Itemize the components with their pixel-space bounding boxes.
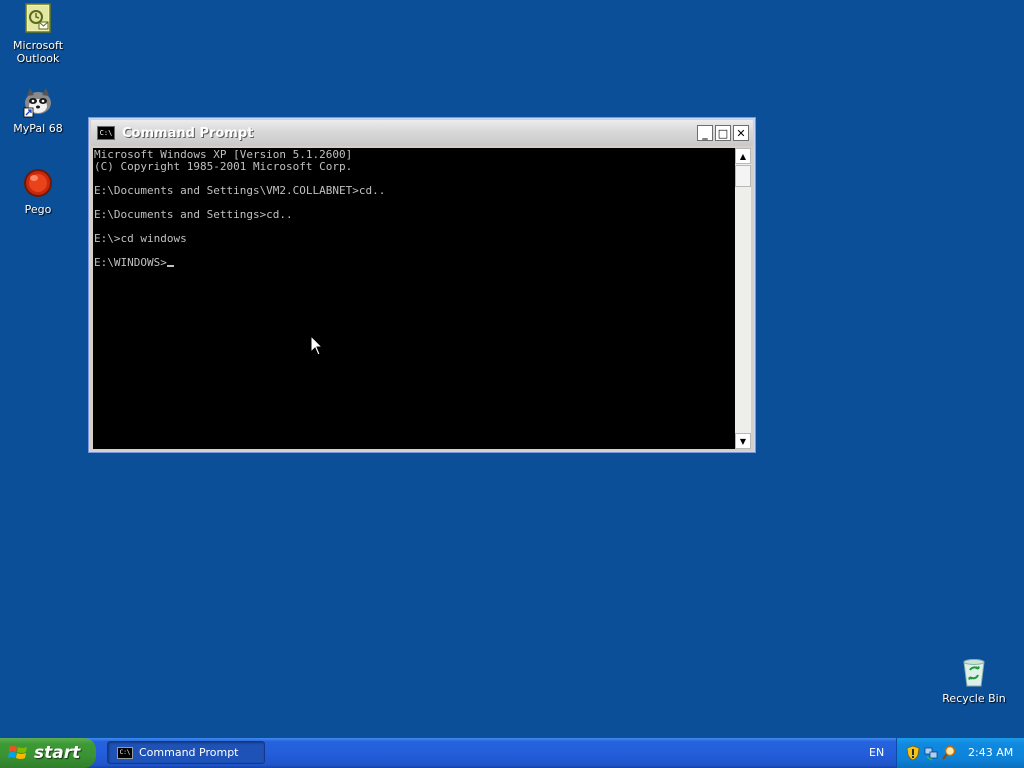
scroll-thumb[interactable] bbox=[735, 165, 751, 187]
minimize-button[interactable]: _ bbox=[697, 125, 713, 141]
start-label: start bbox=[34, 743, 81, 763]
scroll-down-button[interactable]: ▼ bbox=[735, 433, 751, 449]
recycle-bin-icon bbox=[958, 656, 990, 688]
shield-icon[interactable] bbox=[906, 745, 920, 761]
scroll-up-button[interactable]: ▲ bbox=[735, 148, 751, 164]
vertical-scrollbar[interactable]: ▲ ▼ bbox=[735, 148, 751, 449]
desktop-icon-label: Pego bbox=[24, 203, 52, 216]
console-line: E:\Documents and Settings>cd.. bbox=[94, 208, 293, 221]
desktop-icon-microsoft-outlook[interactable]: Microsoft Outlook bbox=[0, 3, 76, 65]
system-tray: 2:43 AM bbox=[896, 738, 1024, 768]
console-line: (C) Copyright 1985-2001 Microsoft Corp. bbox=[94, 160, 353, 173]
taskbar-item-command-prompt[interactable]: C:\ Command Prompt bbox=[107, 741, 265, 764]
console-line: E:\>cd windows bbox=[94, 232, 187, 245]
text-cursor bbox=[166, 265, 174, 267]
command-prompt-icon: C:\ bbox=[97, 126, 115, 140]
desktop-icon-pego[interactable]: Pego bbox=[0, 167, 76, 216]
console-output[interactable]: Microsoft Windows XP [Version 5.1.2600] … bbox=[93, 148, 735, 449]
console-prompt-line[interactable]: E:\WINDOWS> bbox=[94, 257, 735, 269]
console-line: E:\Documents and Settings\VM2.COLLABNET>… bbox=[94, 184, 386, 197]
window-titlebar[interactable]: C:\ Command Prompt _ □ ✕ bbox=[91, 120, 753, 146]
clock[interactable]: 2:43 AM bbox=[968, 746, 1013, 759]
command-prompt-window[interactable]: C:\ Command Prompt _ □ ✕ Microsoft Windo… bbox=[88, 117, 756, 453]
desktop-icon-label-line2: Outlook bbox=[16, 52, 60, 65]
console-prompt: E:\WINDOWS> bbox=[94, 256, 167, 269]
language-indicator[interactable]: EN bbox=[869, 746, 884, 759]
desktop-icon-label-line1: Microsoft bbox=[12, 39, 64, 52]
outlook-icon bbox=[22, 3, 54, 35]
mouse-pointer-icon bbox=[310, 334, 324, 357]
maximize-button[interactable]: □ bbox=[715, 125, 731, 141]
windows-logo-icon bbox=[8, 744, 28, 762]
desktop-icon-label: MyPal 68 bbox=[13, 122, 63, 135]
magnifier-icon[interactable] bbox=[942, 745, 956, 761]
start-button[interactable]: start bbox=[0, 738, 96, 768]
close-button[interactable]: ✕ bbox=[733, 125, 749, 141]
command-prompt-icon: C:\ bbox=[117, 746, 133, 759]
desktop-icon-mypal[interactable]: MyPal 68 bbox=[0, 86, 76, 135]
pego-icon bbox=[22, 167, 54, 199]
desktop-icon-recycle-bin[interactable]: Recycle Bin bbox=[936, 656, 1012, 705]
window-title: Command Prompt bbox=[122, 125, 254, 141]
taskbar-item-label: Command Prompt bbox=[139, 746, 239, 759]
taskbar: start C:\ Command Prompt EN 2:43 AM bbox=[0, 738, 1024, 768]
mypal-icon bbox=[22, 86, 54, 118]
network-icon[interactable] bbox=[924, 745, 938, 761]
desktop-icon-label: Recycle Bin bbox=[942, 692, 1006, 705]
